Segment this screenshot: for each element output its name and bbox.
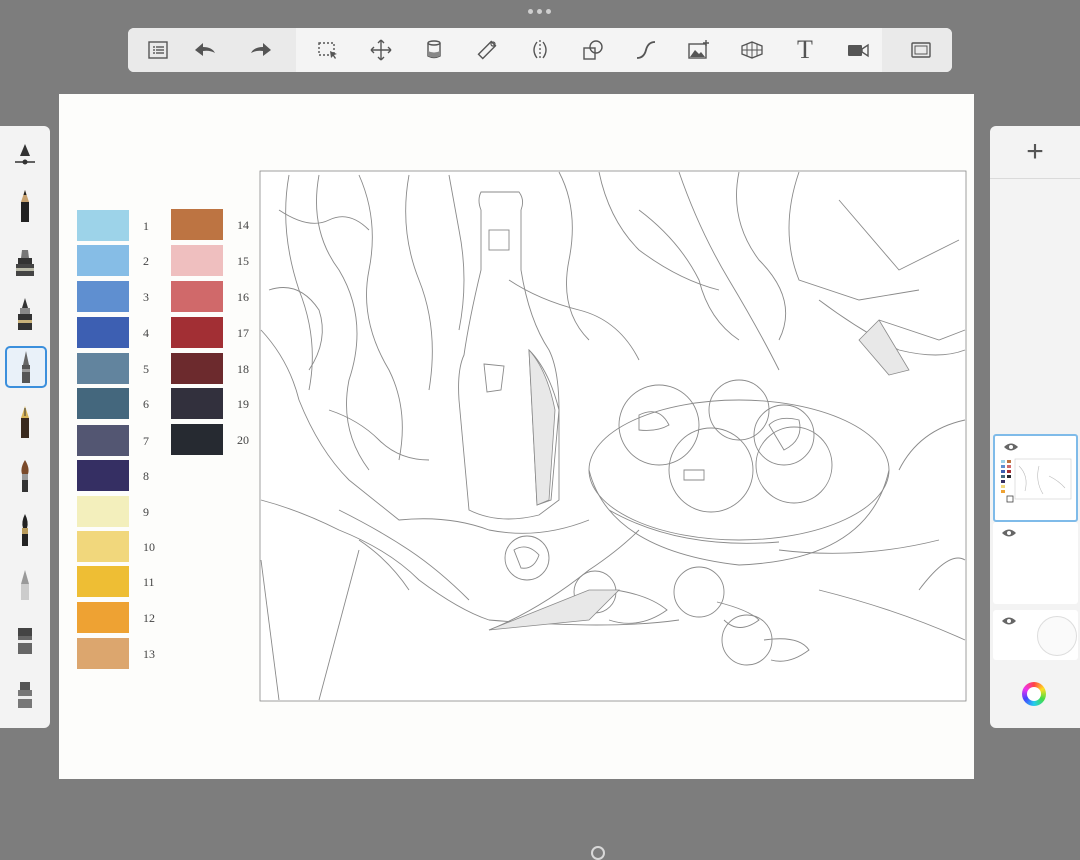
color-swatch-16	[171, 281, 223, 312]
home-indicator[interactable]	[591, 846, 605, 860]
color-number-label: 2	[143, 254, 149, 268]
shape-icon[interactable]	[578, 35, 608, 65]
perspective-grid-icon[interactable]	[737, 35, 767, 65]
add-image-icon[interactable]	[684, 35, 714, 65]
color-number-label: 12	[143, 611, 155, 625]
text-icon[interactable]: T	[790, 35, 820, 65]
color-wheel-icon[interactable]	[1022, 682, 1046, 706]
color-number-label: 16	[237, 290, 249, 304]
background-layer[interactable]	[993, 610, 1078, 660]
drawing-canvas[interactable]: 1 2 3 4 5 6 7 8 9 10 11 12 13 14 15 16 17 18 19 20	[59, 94, 974, 860]
color-number-label: 5	[143, 362, 149, 376]
layer-1[interactable]	[993, 434, 1078, 522]
layer-2[interactable]	[993, 522, 1078, 604]
color-number-label: 7	[143, 434, 149, 448]
fullscreen-icon[interactable]	[906, 35, 936, 65]
ink-brush-icon[interactable]	[5, 292, 45, 336]
selection-icon[interactable]	[313, 35, 343, 65]
color-swatch-15	[171, 245, 223, 276]
color-number-label: 1	[143, 219, 149, 233]
marker-brush-icon[interactable]	[5, 238, 45, 282]
brush-sidebar	[0, 126, 50, 728]
color-swatch-19	[171, 388, 223, 419]
color-number-label: 6	[143, 397, 149, 411]
layer-thumbnail	[999, 456, 1073, 512]
color-swatch-17	[171, 317, 223, 348]
redo-icon[interactable]	[246, 35, 276, 65]
eraser-icon[interactable]	[5, 616, 45, 660]
color-number-label: 9	[143, 505, 149, 519]
color-swatch-8	[77, 460, 129, 491]
color-swatch-9	[77, 496, 129, 527]
time-lapse-icon[interactable]	[843, 35, 873, 65]
color-swatch-5	[77, 353, 129, 384]
color-swatch-11	[77, 566, 129, 597]
background-color-swatch[interactable]	[1037, 616, 1077, 656]
visibility-eye-icon[interactable]	[1003, 442, 1019, 452]
color-swatch-12	[77, 602, 129, 633]
main-toolbar: T	[128, 28, 952, 72]
fountain-pen-brush-icon[interactable]	[5, 400, 45, 444]
color-swatch-10	[77, 531, 129, 562]
pencil-brush-icon[interactable]	[5, 184, 45, 228]
color-number-label: 17	[237, 326, 249, 340]
color-number-label: 4	[143, 326, 149, 340]
color-number-label: 10	[143, 540, 155, 554]
layers-list-icon[interactable]	[143, 35, 173, 65]
ruler-icon[interactable]	[472, 35, 502, 65]
color-number-label: 11	[143, 575, 155, 589]
color-swatch-18	[171, 353, 223, 384]
paint-brush-icon[interactable]	[5, 454, 45, 498]
color-number-label: 18	[237, 362, 249, 376]
color-swatch-4	[77, 317, 129, 348]
airbrush-icon[interactable]	[5, 562, 45, 606]
color-number-label: 3	[143, 290, 149, 304]
fine-brush-icon[interactable]	[5, 508, 45, 552]
visibility-eye-icon[interactable]	[1001, 616, 1017, 626]
visibility-eye-icon[interactable]	[1001, 528, 1017, 538]
color-swatch-13	[77, 638, 129, 669]
color-number-label: 19	[237, 397, 249, 411]
fill-bucket-icon[interactable]	[419, 35, 449, 65]
color-swatch-1	[77, 210, 129, 241]
transform-icon[interactable]	[366, 35, 396, 65]
color-swatch-7	[77, 425, 129, 456]
undo-icon[interactable]	[190, 35, 220, 65]
curve-icon[interactable]	[631, 35, 661, 65]
color-number-label: 20	[237, 433, 249, 447]
smudge-icon[interactable]	[5, 670, 45, 714]
color-swatch-20	[171, 424, 223, 455]
color-number-label: 13	[143, 647, 155, 661]
color-swatch-3	[77, 281, 129, 312]
layers-panel: +	[990, 126, 1080, 728]
technical-pen-brush-icon[interactable]	[5, 346, 47, 388]
color-swatch-6	[77, 388, 129, 419]
symmetry-icon[interactable]	[525, 35, 555, 65]
add-layer-button[interactable]: +	[990, 126, 1080, 179]
color-number-label: 15	[237, 254, 249, 268]
color-swatch-14	[171, 209, 223, 240]
color-number-label: 8	[143, 469, 149, 483]
color-number-label: 14	[237, 218, 249, 232]
top-drag-handle[interactable]	[528, 9, 552, 15]
line-art-still-life	[259, 170, 967, 702]
opacity-slider-icon[interactable]	[5, 132, 45, 176]
color-swatch-2	[77, 245, 129, 276]
